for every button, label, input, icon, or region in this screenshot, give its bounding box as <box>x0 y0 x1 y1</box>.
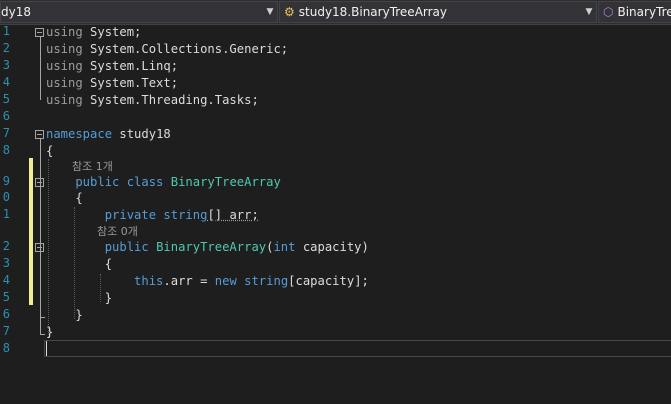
code-line: using System.Linq; <box>46 58 178 74</box>
navigation-bar: dy18 ▼ ⚙ study18.BinaryTreeArray ▼ ⬡ Bin… <box>0 0 671 25</box>
code-token: } <box>46 308 83 322</box>
line-number: 4 <box>2 273 10 287</box>
code-token: } <box>46 291 113 305</box>
text-caret <box>46 341 47 356</box>
code-token: BinaryTreeArray <box>170 175 281 189</box>
code-token: this <box>46 274 164 288</box>
fold-line-end <box>40 317 45 318</box>
line-number: 2 <box>2 41 10 55</box>
code-token: { <box>46 257 113 271</box>
code-token: namespace <box>46 127 113 141</box>
collapse-icon[interactable] <box>35 243 44 252</box>
code-token: System.Text; <box>82 76 179 90</box>
line-number: 4 <box>2 75 10 89</box>
code-token: System.Threading.Tasks; <box>82 93 259 107</box>
references-codelens[interactable]: 참조 0개 <box>97 223 138 239</box>
line-number: 8 <box>2 143 10 157</box>
code-line: public class BinaryTreeArray <box>46 174 281 190</box>
fold-line <box>40 139 41 334</box>
change-marker <box>29 158 33 305</box>
code-token: .arr = <box>163 274 215 288</box>
current-line-highlight <box>44 340 671 357</box>
code-line: this.arr = new string[capacity]; <box>46 273 369 289</box>
code-line: } <box>46 324 53 340</box>
member-dropdown[interactable]: ⬡ BinaryTreeArray <box>598 1 671 23</box>
line-number: 6 <box>2 109 10 123</box>
line-number: 1 <box>2 207 10 221</box>
project-dropdown-label: dy18 <box>1 5 31 19</box>
line-number: 9 <box>2 174 10 188</box>
code-token: capacity) <box>295 240 369 254</box>
code-line: using System.Text; <box>46 75 178 91</box>
code-editor[interactable]: 1 2 3 4 5 6 7 8 9 0 1 2 3 4 5 6 7 8 참조 1… <box>0 24 671 404</box>
code-token: using <box>46 93 83 107</box>
code-line: { <box>46 143 53 159</box>
project-dropdown[interactable]: dy18 ▼ <box>0 1 278 23</box>
class-icon: ⚙ <box>284 5 295 19</box>
line-number: 8 <box>2 341 10 355</box>
type-dropdown-label: study18.BinaryTreeArray <box>298 5 448 19</box>
collapse-icon[interactable] <box>35 178 44 187</box>
line-number: 7 <box>2 126 10 140</box>
code-line: private string[] arr; <box>46 207 259 223</box>
type-dropdown[interactable]: ⚙ study18.BinaryTreeArray ▼ <box>279 1 597 23</box>
line-number: 3 <box>2 58 10 72</box>
code-line: using System; <box>46 24 141 40</box>
collapse-icon[interactable] <box>35 28 44 37</box>
line-number: 1 <box>2 24 10 38</box>
member-icon: ⬡ <box>603 5 614 19</box>
line-number: 0 <box>2 190 10 204</box>
code-token: study18 <box>112 127 171 141</box>
collapse-icon[interactable] <box>35 130 44 139</box>
line-number: 5 <box>2 290 10 304</box>
code-line: namespace study18 <box>46 126 171 142</box>
code-token: int <box>273 240 296 254</box>
code-token: public class <box>46 175 171 189</box>
chevron-down-icon: ▼ <box>266 7 274 17</box>
line-number: 5 <box>2 92 10 106</box>
code-line: using System.Threading.Tasks; <box>46 92 259 108</box>
line-number: 6 <box>2 307 10 321</box>
code-token: System.Collections.Generic; <box>82 42 289 56</box>
code-token: private string <box>46 208 208 222</box>
fold-line-end <box>40 334 45 335</box>
fold-line <box>40 37 41 100</box>
code-line: } <box>46 307 83 323</box>
references-codelens[interactable]: 참조 1개 <box>72 158 113 174</box>
code-token: { <box>46 144 54 158</box>
code-token: [capacity]; <box>288 274 369 288</box>
code-token: using <box>46 42 83 56</box>
code-token: { <box>46 191 83 205</box>
code-token: using <box>46 25 83 39</box>
code-line: { <box>46 256 112 272</box>
member-dropdown-label: BinaryTreeArray <box>617 5 671 19</box>
line-number: 3 <box>2 256 10 270</box>
code-token: using <box>46 76 83 90</box>
line-number: 7 <box>2 324 10 338</box>
code-token: [] arr; <box>207 208 259 222</box>
chevron-down-icon: ▼ <box>585 7 593 17</box>
code-line: using System.Collections.Generic; <box>46 41 288 57</box>
code-token: new string <box>214 274 289 288</box>
code-line: public BinaryTreeArray(int capacity) <box>46 239 369 255</box>
code-token: BinaryTreeArray <box>156 240 267 254</box>
code-line: { <box>46 190 83 206</box>
code-token: } <box>46 325 54 339</box>
code-token: System.Linq; <box>82 59 179 73</box>
code-token: public <box>46 240 157 254</box>
code-token: using <box>46 59 83 73</box>
code-line: } <box>46 290 112 306</box>
code-token: System; <box>82 25 142 39</box>
line-number: 2 <box>2 239 10 253</box>
